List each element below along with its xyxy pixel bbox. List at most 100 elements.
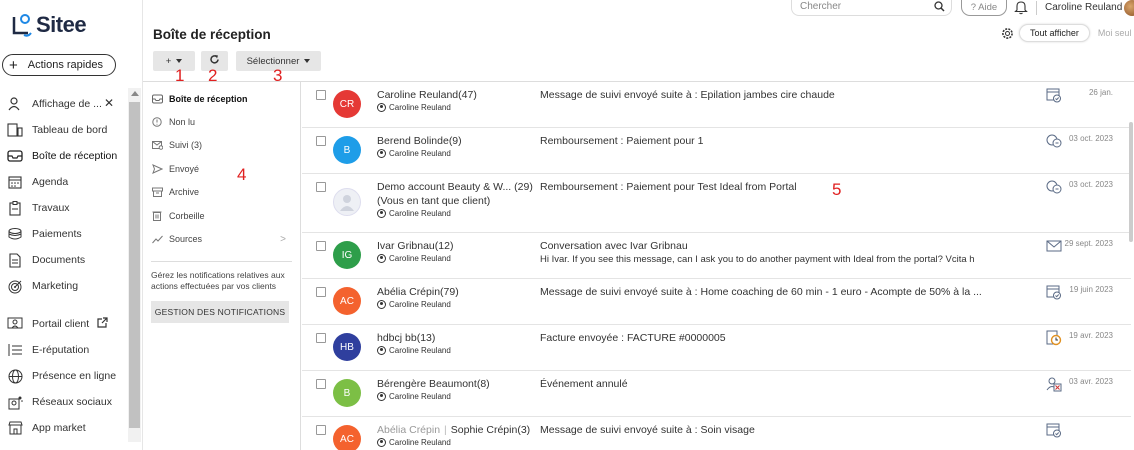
owner-name: Caroline Reuland [389,346,451,355]
message-list-scrollbar[interactable] [1128,82,1134,450]
sidebar-item-travaux[interactable]: Travaux [0,195,128,221]
external-link-icon[interactable] [97,317,108,331]
sitee-logo-icon [12,14,32,37]
reputation-icon [6,342,24,358]
sidebar-item-inbox[interactable]: Boîte de réception [0,143,128,169]
search-input[interactable]: Chercher [791,0,952,16]
message-row[interactable]: AC Abélia Crépin(79) Caroline Reuland Me… [302,279,1131,325]
contact-name-text: Berend Bolinde [377,135,449,147]
contact-name: Bérengère Beaumont(8) [377,378,490,390]
row-checkbox[interactable] [316,333,326,343]
annotation-5: 5 [832,180,842,199]
sidebar-item-ereputation[interactable]: E-réputation [0,337,128,363]
coins-icon [6,226,24,242]
help-button[interactable]: ? Aide [961,0,1007,16]
folder-inbox[interactable]: Boîte de réception [143,87,300,110]
message-row[interactable]: HB hdbcj bb(13) Caroline Reuland Facture… [302,325,1131,371]
message-row[interactable]: IG Ivar Gribnau(12) Caroline Reuland Con… [302,233,1131,279]
avatar: B [333,136,361,164]
folder-sources[interactable]: Sources > [143,227,300,250]
message-subject: Message de suivi envoyé suite à : Home c… [540,286,982,298]
search-icon[interactable] [934,1,945,15]
sidebar-scrollbar-thumb[interactable] [129,102,140,428]
user-name[interactable]: Caroline Reuland [1045,2,1122,13]
sidebar-scrollbar[interactable] [128,88,141,442]
close-icon[interactable]: ✕ [104,96,114,110]
message-date: 03 oct. 2023 [1068,134,1113,143]
folder-sent[interactable]: Envoyé [143,157,300,180]
message-list-scrollbar-thumb[interactable] [1129,122,1133,242]
sidebar-item-portail[interactable]: Portail client [0,311,128,337]
view-all-button[interactable]: Tout afficher [1019,24,1090,42]
row-checkbox[interactable] [316,136,326,146]
folder-archive[interactable]: Archive [143,181,300,204]
sidebar-item-presence[interactable]: Présence en ligne [0,363,128,389]
document-icon [6,252,24,268]
avatar: CR [333,90,361,118]
page-title: Boîte de réception [153,27,271,42]
folder-label: Non lu [169,117,196,128]
message-row[interactable]: B Bérengère Beaumont(8) Caroline Reuland… [302,371,1131,417]
contact-name: Abélia Crépin(79) [377,286,459,298]
bell-icon[interactable] [1014,0,1028,20]
contact-name-text: Abélia Crépin [377,286,441,298]
refund-icon [1046,133,1062,149]
owner: Caroline Reuland [377,149,451,158]
sidebar-item-documents[interactable]: Documents [0,247,128,273]
notifications-description: Gérez les notifications relatives aux ac… [151,269,285,292]
row-checkbox[interactable] [316,90,326,100]
person-icon [377,438,386,447]
quick-actions-button[interactable]: + Actions rapides [2,54,116,76]
chevron-right-icon[interactable]: > [280,234,286,245]
sidebar-item-agenda[interactable]: Agenda [0,169,128,195]
message-row[interactable]: AC Abélia Crépin | Sophie Crépin(3) Caroli… [302,417,1131,450]
calendar-icon [6,174,24,190]
sidebar-item-label: Travaux [32,202,70,214]
folder-unread[interactable]: Non lu [143,110,300,133]
dashboard-icon [6,122,24,138]
sidebar-item-reseaux[interactable]: Réseaux sociaux [0,389,128,415]
sidebar-item-dashboard[interactable]: Tableau de bord [0,117,128,143]
folder-trash[interactable]: Corbeille [143,204,300,227]
row-checkbox[interactable] [316,241,326,251]
logo[interactable]: Sitee [10,10,87,40]
contact-name: Caroline Reuland(47) [377,89,477,101]
inbox-icon [151,93,163,105]
scroll-up-arrow-icon[interactable] [131,91,139,96]
row-checkbox[interactable] [316,379,326,389]
social-icon [6,394,24,410]
send-icon [151,163,163,175]
message-count: (13) [416,332,436,344]
owner: Caroline Reuland [377,209,451,218]
message-row[interactable]: Demo account Beauty & W... (29) (Vous en… [302,174,1131,233]
owner: Caroline Reuland [377,254,451,263]
folder-followup[interactable]: Suivi (3) [143,134,300,157]
sidebar-item-label: Documents [32,254,86,266]
folder-label: Boîte de réception [169,93,248,104]
inbox-icon [6,148,24,164]
target-icon [6,278,24,294]
manage-notifications-button[interactable]: GESTION DES NOTIFICATIONS [151,300,289,323]
view-mine-button[interactable]: Moi seul [1090,28,1132,38]
sidebar-item-affichage[interactable]: Affichage de ... ✕ [0,91,128,117]
owner-name: Caroline Reuland [389,254,451,263]
row-checkbox[interactable] [316,425,326,435]
avatar: IG [333,241,361,269]
message-row[interactable]: CR Caroline Reuland(47) Caroline Reuland… [302,82,1131,128]
gear-icon[interactable] [1001,27,1014,45]
unread-icon [151,116,163,128]
sidebar-item-marketing[interactable]: Marketing [0,273,128,299]
contact-name: Abélia Crépin | Sophie Crépin(3) [377,424,531,436]
message-date: 03 oct. 2023 [1068,180,1113,189]
sidebar-item-appmarket[interactable]: App market [0,415,128,441]
contact-name-text: Ivar Gribnau [377,240,435,252]
row-checkbox[interactable] [316,287,326,297]
sidebar-item-paiements[interactable]: Paiements [0,221,128,247]
search-placeholder: Chercher [800,1,842,12]
portal-icon [6,316,24,332]
message-row[interactable]: B Berend Bolinde(9) Caroline Reuland Rem… [302,128,1131,174]
add-dropdown-button[interactable]: + [153,51,195,71]
user-avatar[interactable] [1124,0,1134,16]
message-count: (8) [476,378,490,390]
row-checkbox[interactable] [316,182,326,192]
